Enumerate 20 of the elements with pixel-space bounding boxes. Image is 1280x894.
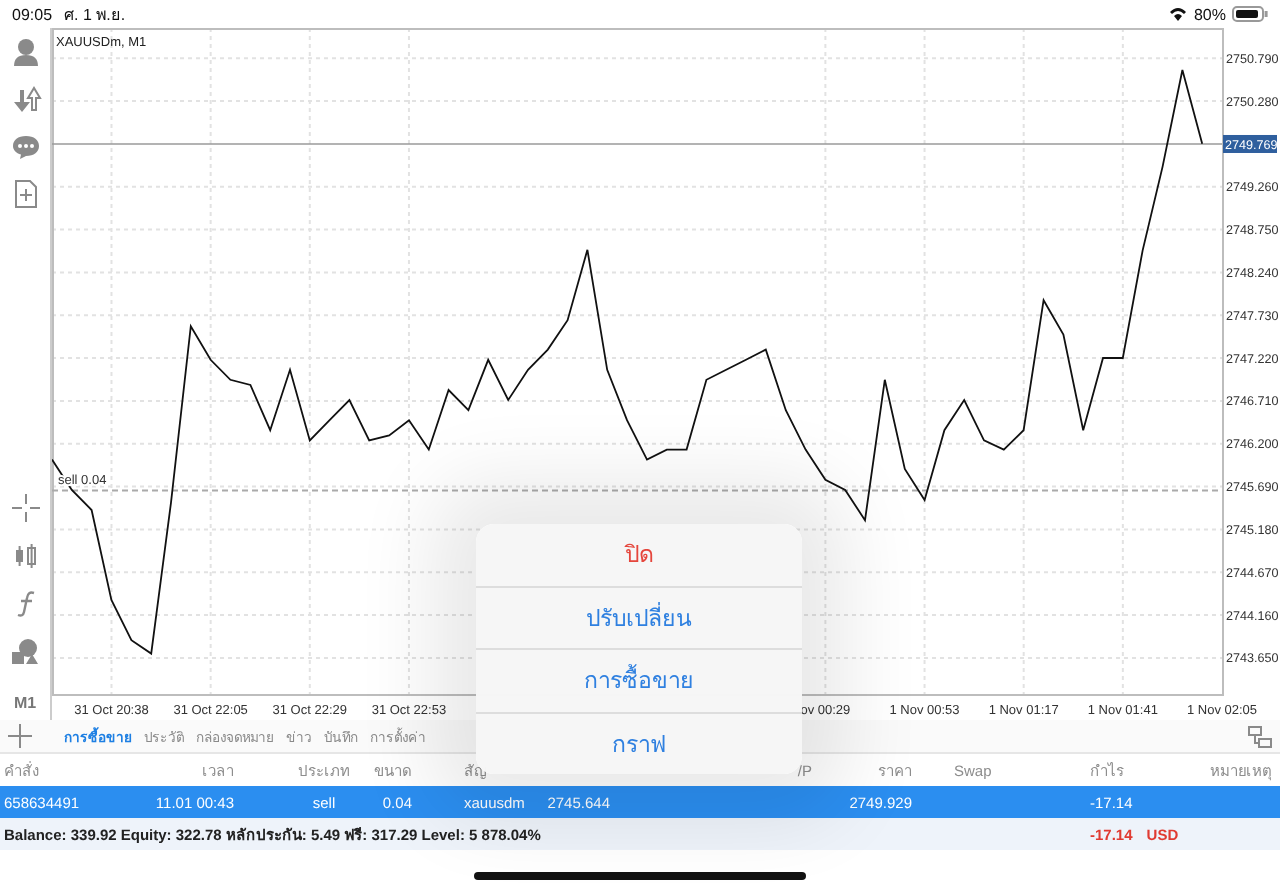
menu-item[interactable]: ปิด	[625, 536, 653, 573]
function-icon[interactable]	[13, 590, 37, 618]
clock-time: 09:05	[12, 5, 53, 23]
layout-icon[interactable]	[1248, 725, 1272, 747]
add-icon[interactable]	[8, 724, 32, 748]
date-text: ศ. 1 พ.ย.	[64, 3, 126, 27]
battery-percent: 80%	[1193, 5, 1226, 23]
battery-icon	[1232, 6, 1268, 22]
timeframe-button[interactable]: M1	[13, 694, 37, 712]
menu-item[interactable]: กราฟ	[612, 725, 666, 762]
crosshair-icon[interactable]	[11, 494, 39, 522]
person-icon[interactable]	[11, 38, 39, 66]
chat-icon[interactable]	[11, 134, 39, 160]
shapes-icon[interactable]	[10, 638, 40, 666]
add-document-icon[interactable]	[13, 180, 37, 208]
wifi-icon	[1167, 6, 1188, 22]
arrows-icon[interactable]	[9, 86, 41, 114]
candles-icon[interactable]	[11, 542, 39, 570]
menu-item[interactable]: การซื้อขาย	[584, 662, 694, 699]
menu-item[interactable]: ปรับเปลี่ยน	[586, 599, 692, 636]
